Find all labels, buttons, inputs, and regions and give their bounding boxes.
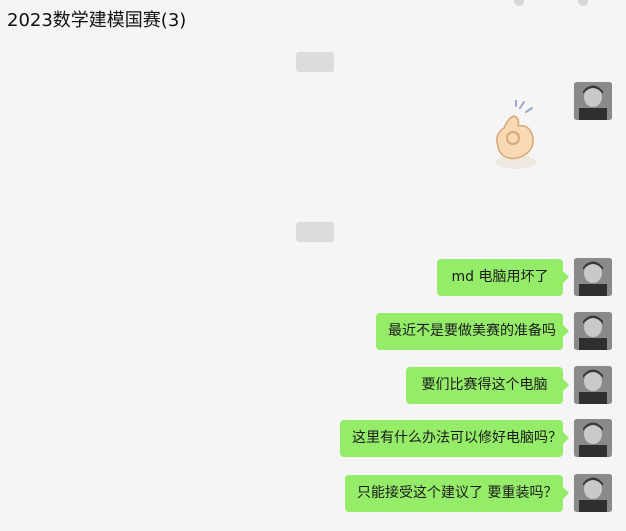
menu-icon[interactable] [578,0,588,6]
self-avatar[interactable] [574,312,612,350]
message-timestamp [296,52,334,72]
chat-header: 2023数学建模国赛(3) [0,0,626,40]
avatar-portrait-icon [574,474,612,512]
message-timestamp [296,222,334,242]
ok-hand-emoji-message[interactable] [484,99,548,176]
self-avatar[interactable] [574,474,612,512]
avatar-portrait-icon [574,82,612,120]
more-options-icon[interactable] [514,0,524,6]
avatar-portrait-icon [574,366,612,404]
avatar-portrait-icon [574,419,612,457]
chat-bubble[interactable]: 要们比赛得这个电脑 [406,367,569,404]
self-avatar[interactable] [574,366,612,404]
chat-title: 2023数学建模国赛(3) [7,10,187,31]
self-avatar[interactable] [574,419,612,457]
avatar-portrait-icon [574,312,612,350]
chat-bubble[interactable]: 最近不是要做美赛的准备吗 [376,313,569,350]
ok-hand-icon [496,99,536,169]
avatar-portrait-icon [574,258,612,296]
chat-bubble[interactable]: md 电脑用坏了 [437,259,569,296]
self-avatar[interactable] [574,82,612,120]
chat-bubble[interactable]: 只能接受这个建议了 要重装吗？ [345,475,569,512]
chat-bubble[interactable]: 这里有什么办法可以修好电脑吗？ [340,420,569,457]
self-avatar[interactable] [574,258,612,296]
